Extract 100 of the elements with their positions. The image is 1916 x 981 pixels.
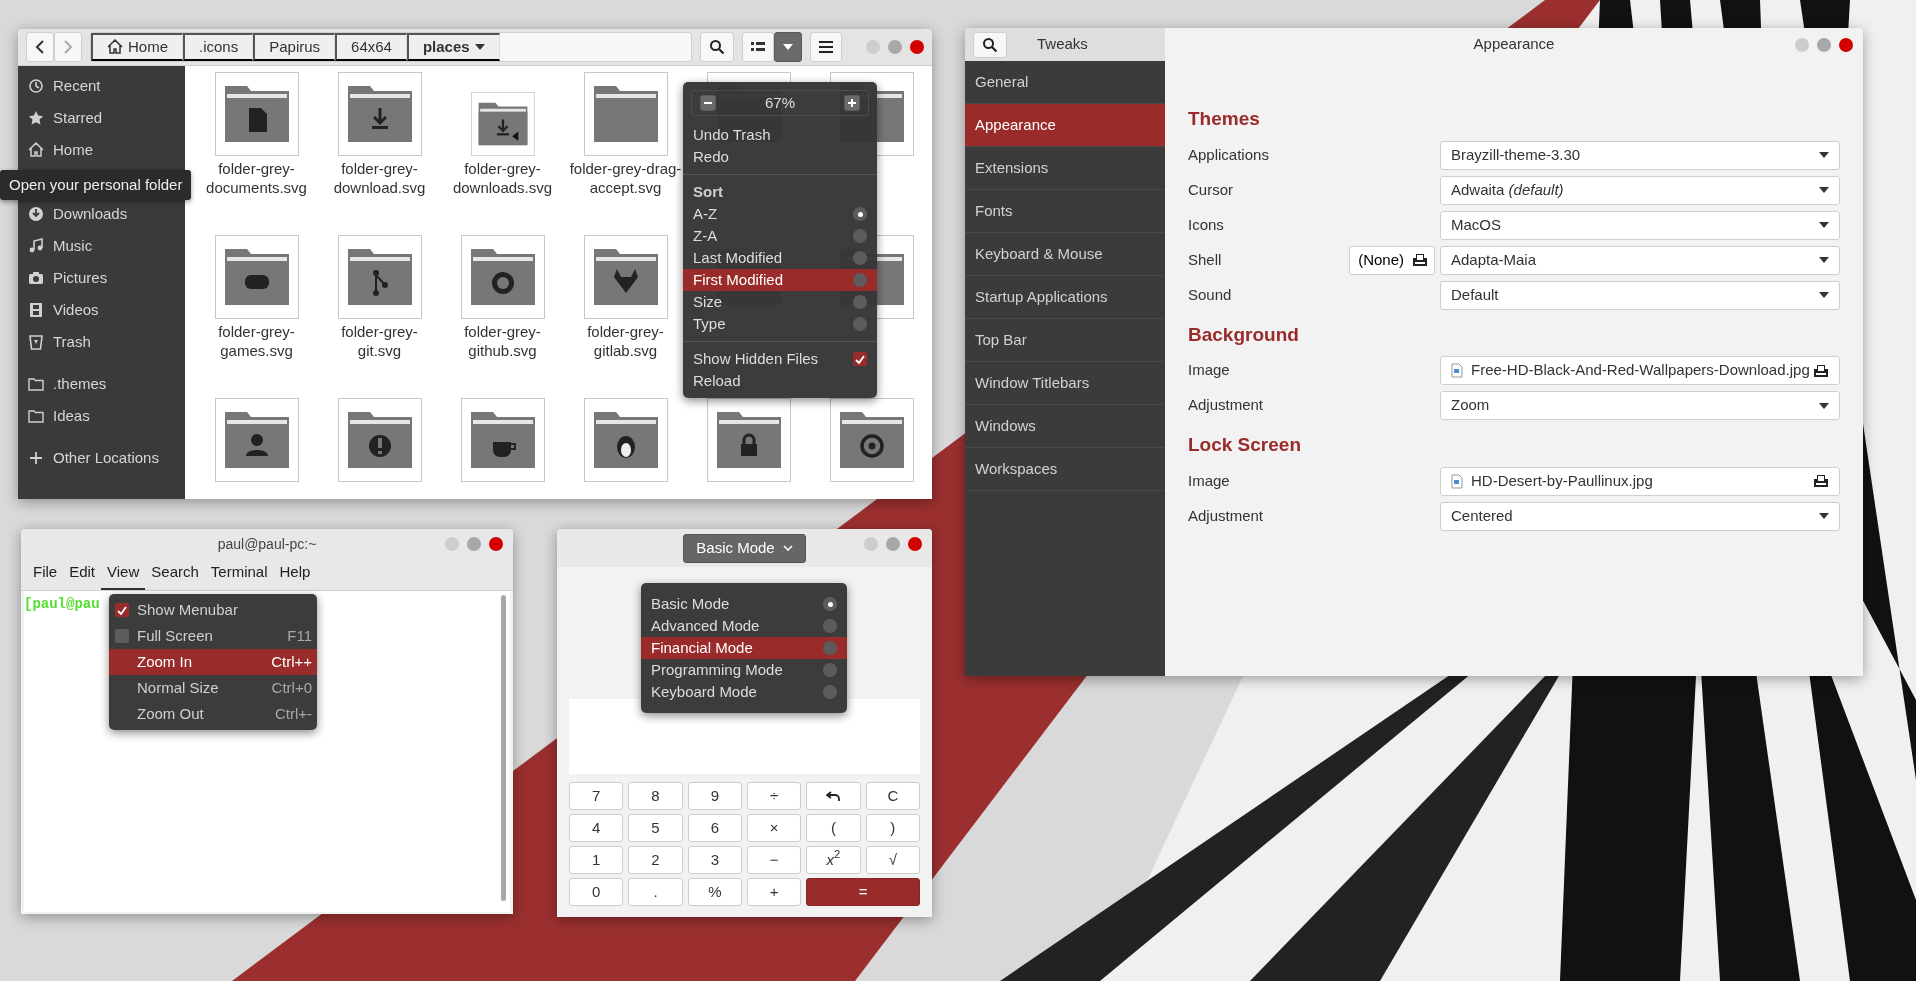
dropdown[interactable]: Default [1440,280,1840,310]
file-name[interactable]: folder-grey-documents.svg [197,159,316,198]
calculator-key[interactable]: ( [806,814,861,842]
dropdown[interactable]: Adwaita (default) [1440,175,1840,205]
radio-button[interactable] [853,273,867,287]
sidebar-item[interactable]: Starred [18,101,185,134]
scrollbar[interactable] [501,595,506,901]
menu-item[interactable]: Advanced Mode [641,615,847,637]
calculator-key[interactable]: − [747,846,802,874]
menu-item[interactable]: Reload [683,370,877,392]
mode-button[interactable]: Basic Mode [683,533,806,563]
dropdown[interactable]: Centered [1440,501,1840,531]
search-button[interactable] [973,31,1007,58]
file-name[interactable]: folder-grey-games.svg [197,322,316,361]
sidebar-item[interactable]: Extensions [965,147,1165,190]
file-name[interactable]: folder-grey-github.svg [443,322,562,361]
menu-item[interactable]: Zoom In Ctrl++ [109,649,317,675]
menu-item[interactable]: Basic Mode [641,593,847,615]
radio-button[interactable] [823,663,837,677]
radio-button[interactable] [853,317,867,331]
file-name[interactable]: folder-grey-downloads.svg [443,159,562,198]
calculator-key[interactable]: 7 [569,782,624,810]
radio-button[interactable] [853,295,867,309]
calculator-key[interactable]: x$^{2}$ [806,846,861,874]
menu-item[interactable]: Redo [683,146,877,168]
dropdown[interactable]: Adapta-Maia [1440,245,1840,275]
sidebar-item[interactable]: Workspaces [965,448,1165,491]
sidebar-item[interactable]: Music [18,229,185,262]
menu-item[interactable]: Financial Mode [641,637,847,659]
menu-item[interactable]: Undo Trash [683,124,877,146]
menu-item[interactable]: Keyboard Mode [641,681,847,703]
download-folder-icon[interactable] [337,71,422,156]
calculator-key[interactable]: + [747,878,802,906]
menu-item[interactable]: Edit [63,560,102,590]
branch-folder-icon[interactable] [337,234,422,319]
path-button[interactable]: 64x64 [335,32,407,61]
radio-button[interactable] [823,685,837,699]
menu-item[interactable]: Search [145,560,205,590]
calculator-key[interactable]: 6 [687,814,742,842]
search-button[interactable] [700,31,734,62]
equals-button[interactable]: = [806,878,920,906]
sidebar-item[interactable]: Fonts [965,190,1165,233]
lock-folder-icon[interactable] [706,397,791,482]
file-name[interactable]: folder-grey-download.svg [320,159,439,198]
menu-item[interactable]: A-Z [683,203,877,225]
close-button[interactable] [910,39,924,54]
sidebar-item[interactable]: Trash [18,325,185,358]
undo-button[interactable] [806,782,861,810]
checkbox[interactable] [853,352,867,366]
radio-button[interactable] [823,641,837,655]
back-button[interactable] [26,31,54,62]
menu-item[interactable]: Type [683,313,877,335]
download-folder-icon[interactable] [470,91,535,156]
calculator-key[interactable]: 3 [687,846,742,874]
path-button[interactable]: Papirus [253,32,336,61]
close-button[interactable] [1839,38,1853,52]
cup-folder-icon[interactable] [460,397,545,482]
close-button[interactable] [489,537,503,551]
sidebar-item[interactable]: Appearance [965,104,1165,147]
menu-item[interactable]: First Modified [683,269,877,291]
sidebar-item[interactable]: .themes [18,367,185,400]
document-folder-icon[interactable] [214,71,299,156]
calculator-key[interactable]: 5 [628,814,683,842]
sidebar-item[interactable]: Top Bar [965,319,1165,362]
sidebar-item[interactable]: Window Titlebars [965,362,1165,405]
sidebar-item[interactable]: Ideas [18,399,185,432]
radio-button[interactable] [823,619,837,633]
calculator-key[interactable]: . [628,878,683,906]
file-chooser[interactable]: Free-HD-Black-And-Red-Wallpapers-Download.jpg [1440,356,1840,385]
file-chooser[interactable]: HD-Desert-by-Paullinux.jpg [1440,466,1840,496]
dropdown[interactable]: Zoom [1440,391,1840,420]
dropdown[interactable]: MacOS [1440,210,1840,240]
none-button[interactable]: (None) [1349,245,1435,275]
menu-item[interactable]: Zoom Out Ctrl+- [109,701,317,727]
radio-button[interactable] [823,597,837,611]
zoom-out-button[interactable] [700,95,716,111]
calculator-key[interactable]: ÷ [747,782,802,810]
menu-item[interactable]: Help [273,560,317,590]
menu-item[interactable]: Programming Mode [641,659,847,681]
checkbox[interactable] [115,629,129,643]
exclamation-folder-icon[interactable] [337,397,422,482]
penguin-folder-icon[interactable] [583,397,668,482]
calculator-key[interactable]: √ [865,846,920,874]
path-button[interactable]: Home [91,32,183,61]
folder-icon[interactable] [583,234,668,319]
list-view-button[interactable] [742,31,774,62]
sidebar-item[interactable]: Videos [18,293,185,326]
calculator-key[interactable]: % [687,878,742,906]
calculator-key[interactable]: 1 [569,846,624,874]
calculator-key[interactable]: 9 [687,782,742,810]
calculator-key[interactable]: 2 [628,846,683,874]
dropdown[interactable]: Brayzill-theme-3.30 [1440,140,1840,170]
menu-item[interactable]: Show Menubar [109,597,317,623]
path-button[interactable]: places [406,32,500,61]
menu-item[interactable]: File [27,560,64,590]
file-name[interactable]: folder-grey-git.svg [320,322,439,361]
sidebar-item[interactable]: Home [18,133,185,166]
at-sign-folder-icon[interactable] [829,397,914,482]
menu-item[interactable]: Z-A [683,225,877,247]
menu-item[interactable]: Show Hidden Files [683,348,877,370]
